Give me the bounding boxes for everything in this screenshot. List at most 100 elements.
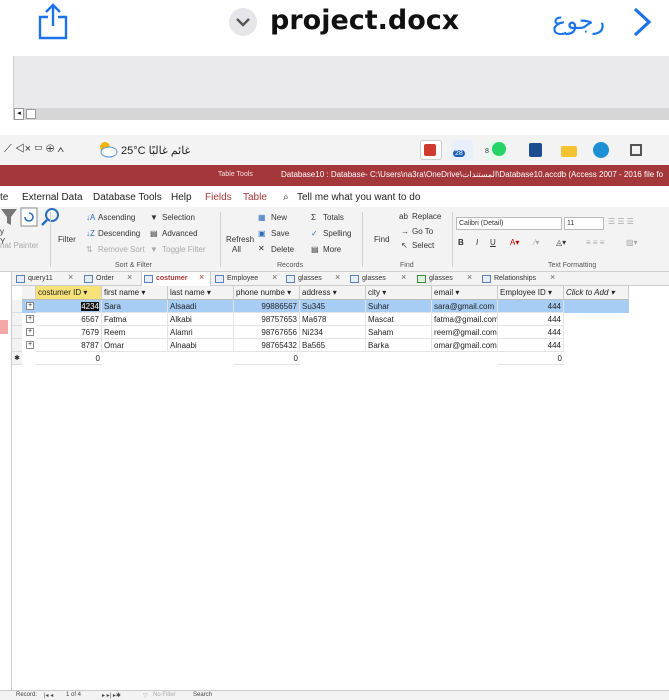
table-cell[interactable]: Omar — [102, 339, 168, 352]
close-icon[interactable]: × — [335, 272, 340, 282]
tab-order[interactable]: Order — [82, 272, 142, 286]
fill-color-icon[interactable]: ◬▾ — [556, 238, 566, 247]
record-selector[interactable] — [12, 339, 22, 352]
table-cell[interactable]: Barka — [366, 339, 432, 352]
align-icons[interactable]: ≡ ≡ ≡ — [586, 238, 604, 247]
close-icon[interactable]: × — [127, 272, 132, 282]
scroll-left-button[interactable]: ◂ — [14, 108, 24, 120]
table-cell[interactable]: Alsaadi — [168, 300, 234, 313]
record-selector[interactable] — [12, 326, 22, 339]
close-icon[interactable]: × — [272, 272, 277, 282]
table-cell[interactable]: Su345 — [300, 300, 366, 313]
find-button[interactable]: Find — [374, 235, 390, 244]
column-header-phone[interactable]: phone numbe ▾ — [234, 286, 300, 300]
table-cell[interactable]: Sara — [102, 300, 168, 313]
new-record-icon[interactable]: ✱ — [12, 352, 22, 365]
spelling-button[interactable]: Spelling — [323, 229, 351, 238]
table-cell[interactable]: 444 — [498, 313, 564, 326]
calculator-icon[interactable] — [525, 140, 547, 160]
italic-button[interactable]: I — [476, 238, 478, 247]
whatsapp-icon[interactable]: 8 — [485, 140, 507, 160]
bold-button[interactable]: B — [458, 238, 464, 247]
go-to-button[interactable]: Go To — [412, 227, 433, 236]
click-to-add-column[interactable]: Click to Add ▾ — [564, 286, 629, 300]
title-menu-button[interactable] — [229, 8, 257, 36]
table-cell[interactable]: Alnaabi — [168, 339, 234, 352]
file-explorer-icon[interactable] — [558, 140, 580, 160]
column-header-last-name[interactable]: last name ▾ — [168, 286, 234, 300]
close-icon[interactable]: × — [550, 272, 555, 282]
table-cell[interactable]: Ba565 — [300, 339, 366, 352]
select-button[interactable]: Select — [412, 241, 434, 250]
table-cell[interactable]: 7679 — [36, 326, 102, 339]
format-painter-button[interactable]: nat Painter — [0, 241, 39, 250]
table-cell[interactable]: Suhar — [366, 300, 432, 313]
totals-button[interactable]: Totals — [323, 213, 344, 222]
list-format-icons[interactable]: ☰ ☰ ☰ — [608, 217, 634, 226]
expand-icon[interactable]: + — [26, 328, 34, 336]
highlight-icon[interactable]: ⁄▾ — [534, 238, 539, 247]
scrollbar-thumb[interactable] — [26, 109, 36, 119]
tab-query11[interactable]: query11 — [14, 272, 76, 286]
table-cell[interactable]: 4234 — [36, 300, 102, 313]
column-header-city[interactable]: city ▾ — [366, 286, 432, 300]
table-cell[interactable]: Saham — [366, 326, 432, 339]
table-cell[interactable]: Ma678 — [300, 313, 366, 326]
column-header-first-name[interactable]: first name ▾ — [102, 286, 168, 300]
table-cell[interactable]: Alamri — [168, 326, 234, 339]
tab-fields[interactable]: Fields — [205, 192, 232, 203]
tab-glasses-2[interactable]: glasses — [348, 272, 408, 286]
horizontal-scrollbar[interactable] — [14, 108, 669, 120]
share-icon[interactable] — [36, 2, 70, 40]
table-cell[interactable]: 98765432 — [234, 339, 300, 352]
save-button[interactable]: Save — [271, 229, 289, 238]
navigation-pane[interactable] — [0, 272, 12, 700]
table-cell[interactable]: Reem — [102, 326, 168, 339]
font-size-select[interactable]: 11 — [564, 217, 604, 230]
no-filter-label[interactable]: No Filter — [153, 692, 176, 698]
table-cell[interactable]: 444 — [498, 326, 564, 339]
tell-me-search[interactable]: Tell me what you want to do — [297, 192, 420, 203]
underline-button[interactable]: U — [490, 238, 496, 247]
table-cell[interactable]: sara@gmail.com — [432, 300, 498, 313]
tab-table[interactable]: Table — [243, 192, 267, 203]
new-row-cell[interactable]: 0 — [36, 352, 102, 365]
font-color-icon[interactable]: A▾ — [510, 238, 519, 247]
gridlines-icon[interactable]: ▨▾ — [626, 238, 638, 247]
next-record-buttons[interactable]: ▸ ▸| ▸✱ — [102, 692, 121, 699]
filter-button[interactable]: Filter — [58, 235, 76, 244]
select-all-corner[interactable] — [22, 286, 36, 300]
table-cell[interactable]: Mascat — [366, 313, 432, 326]
record-selector[interactable] — [12, 300, 22, 313]
task-view-icon[interactable] — [625, 140, 647, 160]
table-cell[interactable]: 444 — [498, 300, 564, 313]
replace-button[interactable]: Replace — [412, 212, 441, 221]
delete-button[interactable]: Delete — [271, 245, 294, 254]
table-cell[interactable]: Fatma — [102, 313, 168, 326]
remove-sort-button[interactable]: Remove Sort — [98, 245, 145, 254]
table-cell[interactable]: fatma@gmail.com — [432, 313, 498, 326]
toggle-filter-button[interactable]: Toggle Filter — [162, 245, 206, 254]
chevron-right-icon[interactable] — [631, 6, 653, 38]
ascending-button[interactable]: Ascending — [98, 213, 135, 222]
table-cell[interactable]: 98767656 — [234, 326, 300, 339]
new-row-cell[interactable]: 0 — [498, 352, 564, 365]
system-tray[interactable]: ⟋ ◁× ▭ ⊕ ∧ — [4, 143, 64, 156]
close-icon[interactable]: × — [401, 272, 406, 282]
table-cell[interactable]: 8787 — [36, 339, 102, 352]
refresh-button[interactable]: Refresh — [226, 235, 254, 244]
font-name-select[interactable]: Calibri (Detail) — [456, 217, 562, 230]
tab-external-data[interactable]: External Data — [22, 192, 83, 203]
tab-create-fragment[interactable]: te — [0, 192, 8, 203]
search-box[interactable]: Search — [193, 692, 212, 698]
first-record-button[interactable]: |◂ ◂ — [44, 692, 53, 699]
office-icon[interactable] — [420, 140, 442, 160]
tab-glasses-3[interactable]: glasses — [415, 272, 475, 286]
expand-icon[interactable]: + — [26, 315, 34, 323]
table-cell[interactable]: 6567 — [36, 313, 102, 326]
column-header-costumer-id[interactable]: costumer ID ▾ — [36, 286, 102, 300]
column-header-email[interactable]: email ▾ — [432, 286, 498, 300]
tab-relationships[interactable]: Relationships — [480, 272, 560, 286]
close-icon[interactable]: × — [467, 272, 472, 282]
column-header-address[interactable]: address ▾ — [300, 286, 366, 300]
